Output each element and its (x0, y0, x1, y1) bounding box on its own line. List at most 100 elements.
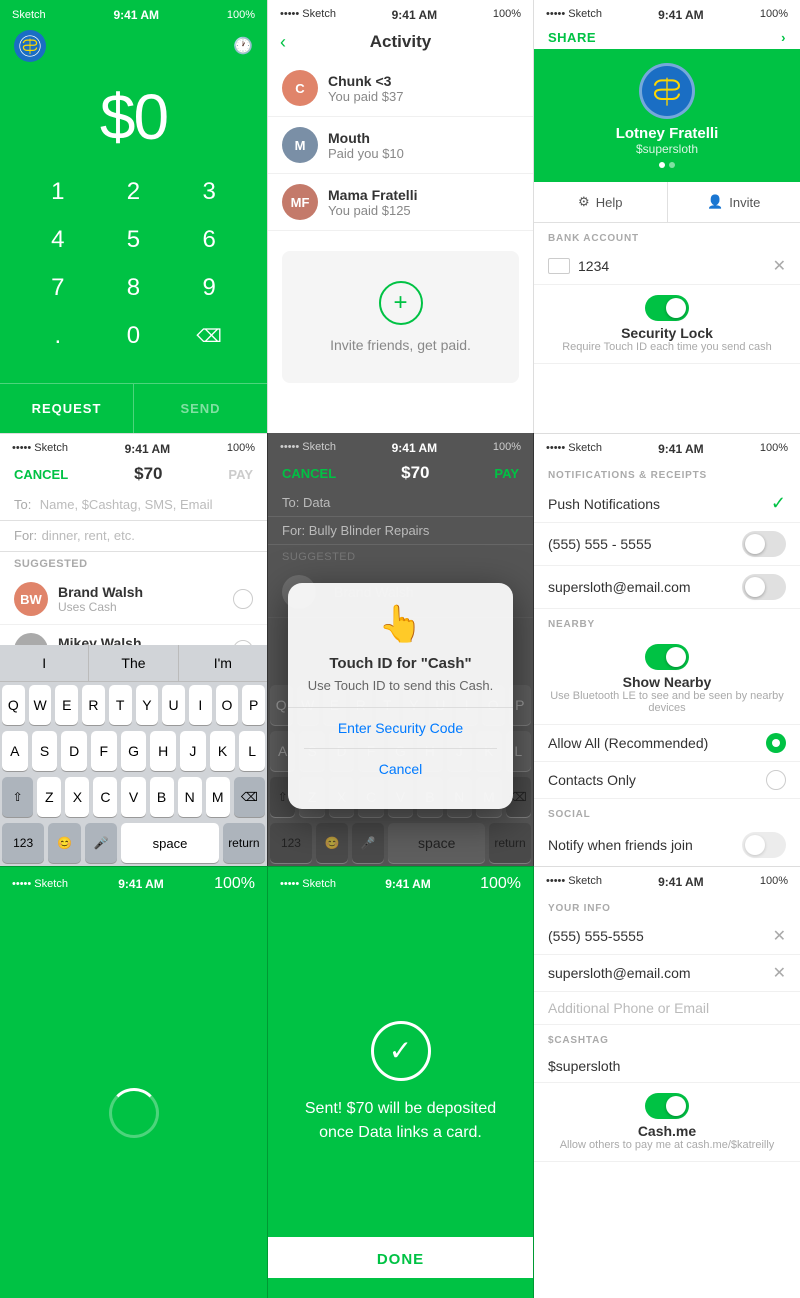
contact-radio[interactable] (233, 589, 253, 609)
cancel-button[interactable]: CANCEL (282, 466, 336, 481)
key-i[interactable]: I (189, 685, 212, 725)
cancel-button[interactable]: CANCEL (14, 467, 68, 482)
key-b[interactable]: B (150, 777, 174, 817)
request-button[interactable]: REQUEST (0, 384, 134, 433)
key-6[interactable]: 6 (182, 218, 237, 262)
key-n[interactable]: N (178, 777, 202, 817)
key-8[interactable]: 8 (106, 266, 161, 310)
key-emoji[interactable]: 😊 (48, 823, 81, 863)
for-field[interactable]: For: dinner, rent, etc. (0, 521, 267, 552)
pay-button[interactable]: PAY (228, 467, 253, 482)
help-icon: ⚙ (578, 194, 590, 210)
email-label: supersloth@email.com (548, 579, 691, 595)
email-toggle[interactable] (742, 574, 786, 600)
key-e[interactable]: E (55, 685, 78, 725)
clock-icon[interactable]: 🕐 (233, 36, 253, 56)
allow-all-radio[interactable] (766, 733, 786, 753)
key-a[interactable]: A (2, 731, 28, 771)
back-button[interactable]: ‹ (280, 32, 286, 53)
key-h[interactable]: H (150, 731, 176, 771)
key-3[interactable]: 3 (182, 170, 237, 214)
clear-email-icon[interactable]: ✕ (773, 963, 786, 983)
additional-phone-field[interactable]: Additional Phone or Email (534, 992, 800, 1025)
activity-item-mama[interactable]: MF Mama Fratelli You paid $125 (268, 174, 533, 231)
key-y[interactable]: Y (136, 685, 159, 725)
profile-card: Lotney Fratelli $supersloth (534, 49, 800, 182)
notify-toggle[interactable] (742, 832, 786, 858)
key-f[interactable]: F (91, 731, 117, 771)
key-123[interactable]: 123 (2, 823, 44, 863)
keypad: 1 2 3 4 5 6 7 8 9 . 0 ⌫ (0, 164, 267, 364)
send-button[interactable]: SEND (134, 384, 267, 433)
key-0[interactable]: 0 (106, 314, 161, 358)
status-bar: ••••• Sketch 9:41 AM 100% (268, 867, 533, 897)
key-space[interactable]: space (121, 823, 219, 863)
key-z[interactable]: Z (37, 777, 61, 817)
contacts-only-radio[interactable] (766, 770, 786, 790)
key-decimal[interactable]: . (30, 314, 85, 358)
key-l[interactable]: L (239, 731, 265, 771)
key-d[interactable]: D (61, 731, 87, 771)
security-lock-toggle[interactable] (645, 295, 689, 321)
autocomplete-i[interactable]: I (0, 645, 89, 681)
phone-toggle[interactable] (742, 531, 786, 557)
key-t[interactable]: T (109, 685, 132, 725)
clear-bank-icon[interactable]: ✕ (773, 256, 786, 276)
key-p[interactable]: P (242, 685, 265, 725)
key-k[interactable]: K (210, 731, 236, 771)
key-delete[interactable]: ⌫ (234, 777, 265, 817)
for-field: For: Bully Blinder Repairs (268, 517, 533, 545)
autocomplete-im[interactable]: I'm (179, 645, 267, 681)
key-4[interactable]: 4 (30, 218, 85, 262)
key-v[interactable]: V (121, 777, 145, 817)
help-button[interactable]: ⚙ Help (534, 182, 668, 222)
clear-phone-icon[interactable]: ✕ (773, 926, 786, 946)
invite-button[interactable]: 👤 Invite (668, 182, 800, 222)
key-mic[interactable]: 🎤 (85, 823, 118, 863)
check-icon[interactable]: ✓ (771, 493, 786, 514)
key-1[interactable]: 1 (30, 170, 85, 214)
key-emoji: 😊 (316, 823, 348, 863)
cancel-modal-button[interactable]: Cancel (304, 748, 497, 789)
app-logo[interactable] (14, 30, 46, 62)
time: 9:41 AM (118, 877, 164, 891)
enter-code-button[interactable]: Enter Security Code (304, 708, 497, 748)
done-button[interactable]: DONE (268, 1237, 533, 1278)
key-5[interactable]: 5 (106, 218, 161, 262)
pay-button[interactable]: PAY (494, 466, 519, 481)
autocomplete-the[interactable]: The (89, 645, 178, 681)
forward-icon[interactable]: › (781, 30, 786, 45)
nearby-toggle[interactable] (645, 644, 689, 670)
cashtag-field: $supersloth (534, 1050, 800, 1083)
key-q[interactable]: Q (2, 685, 25, 725)
carrier: ••••• Sketch (280, 441, 336, 455)
carrier: ••••• Sketch (12, 878, 68, 890)
key-return[interactable]: return (223, 823, 265, 863)
key-g[interactable]: G (121, 731, 147, 771)
key-r[interactable]: R (82, 685, 105, 725)
key-9[interactable]: 9 (182, 266, 237, 310)
key-2[interactable]: 2 (106, 170, 161, 214)
key-o[interactable]: O (216, 685, 239, 725)
contacts-only-label: Contacts Only (548, 772, 636, 788)
activity-header: ‹ Activity (268, 26, 533, 60)
key-x[interactable]: X (65, 777, 89, 817)
to-field[interactable]: To: Name, $Cashtag, SMS, Email (0, 490, 267, 521)
key-backspace[interactable]: ⌫ (182, 314, 237, 358)
key-7[interactable]: 7 (30, 266, 85, 310)
contact-brand[interactable]: BW Brand Walsh Uses Cash (0, 574, 267, 625)
activity-item-mouth[interactable]: M Mouth Paid you $10 (268, 117, 533, 174)
key-c[interactable]: C (93, 777, 117, 817)
add-icon[interactable]: + (379, 281, 423, 325)
key-m[interactable]: M (206, 777, 230, 817)
battery: 100% (480, 875, 521, 893)
contact-name: Mouth (328, 130, 519, 146)
key-j[interactable]: J (180, 731, 206, 771)
key-w[interactable]: W (29, 685, 52, 725)
key-u[interactable]: U (162, 685, 185, 725)
cashme-toggle[interactable] (645, 1093, 689, 1119)
key-shift[interactable]: ⇧ (2, 777, 33, 817)
key-s[interactable]: S (32, 731, 58, 771)
autocomplete-bar: I The I'm (0, 645, 267, 682)
activity-item-chunk[interactable]: C Chunk <3 You paid $37 (268, 60, 533, 117)
